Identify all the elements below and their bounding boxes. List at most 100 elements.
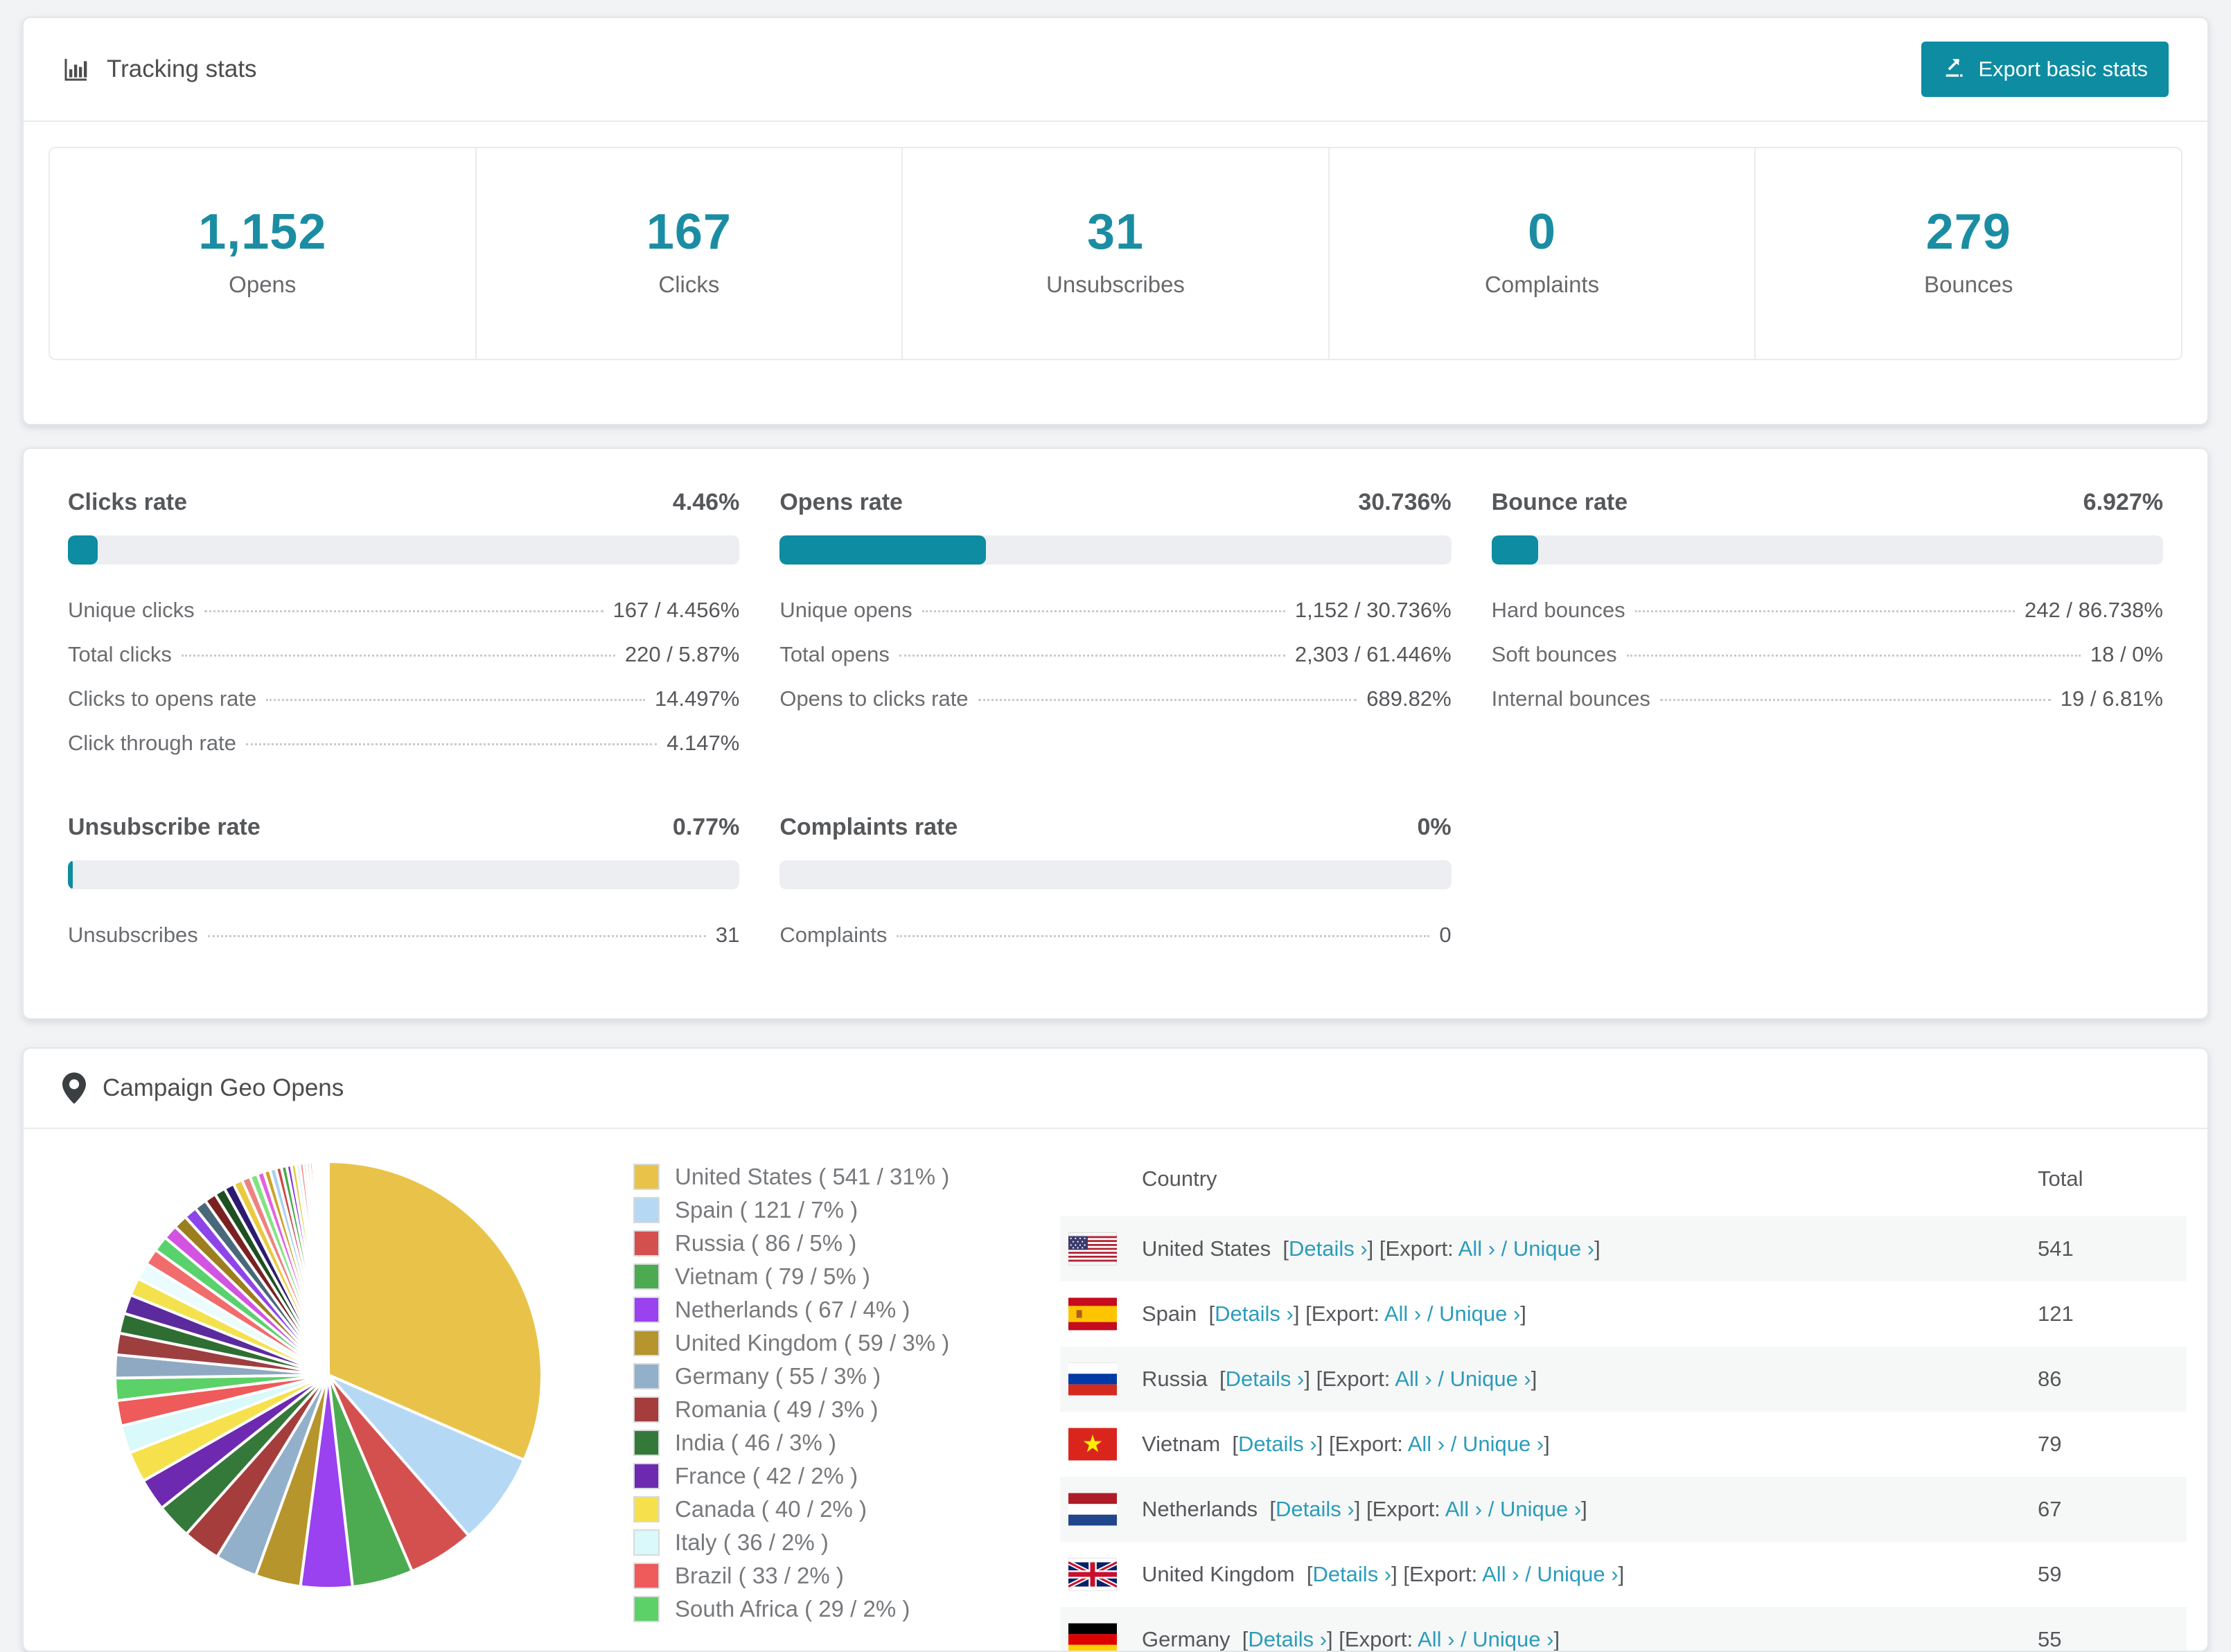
rate-block: Unsubscribe rate 0.77% Unsubscribes 31 (68, 808, 740, 957)
export-prefix: [Export: (1328, 1432, 1408, 1456)
legend-item: Brazil ( 33 / 2% ) (633, 1563, 1021, 1589)
summary-stat-cell: 0 Complaints (1328, 148, 1755, 359)
export-all-link[interactable]: All › (1384, 1302, 1421, 1326)
rate-row-value: 18 / 0% (2090, 642, 2163, 666)
legend-color-swatch (633, 1596, 660, 1622)
summary-stat-cell: 1,152 Opens (50, 148, 475, 359)
slash-separator: / (1427, 1302, 1434, 1326)
rate-row-label: Internal bounces (1491, 686, 1650, 711)
bracket-close: ] (1316, 1432, 1323, 1456)
rate-detail-rows: Unique clicks 167 / 4.456% Total clicks … (68, 588, 739, 765)
export-unique-link[interactable]: Unique › (1463, 1432, 1544, 1456)
country-name: Spain (1142, 1302, 1197, 1326)
export-all-link[interactable]: All › (1408, 1432, 1445, 1456)
rate-row-label: Unique opens (779, 598, 912, 622)
stat-label: Complaints (1485, 272, 1600, 297)
legend-item: United States ( 541 / 31% ) (633, 1164, 1021, 1190)
bracket-close-2: ] (1594, 1236, 1600, 1261)
geo-card-title: Campaign Geo Opens (62, 1072, 344, 1104)
export-unique-link[interactable]: Unique › (1472, 1627, 1553, 1651)
country-flag-icon (1068, 1428, 1117, 1461)
legend-label: Netherlands ( 67 / 4% ) (675, 1297, 910, 1322)
rate-progress-bar (779, 860, 1452, 889)
bracket-open: [ (1236, 1627, 1249, 1651)
rate-row-label: Clicks to opens rate (68, 686, 257, 711)
rate-title: Complaints rate (779, 814, 958, 840)
rate-block: Complaints rate 0% Complaints 0 (779, 808, 1452, 957)
legend-color-swatch (633, 1396, 660, 1423)
slash-separator: / (1461, 1627, 1467, 1651)
export-unique-link[interactable]: Unique › (1513, 1236, 1594, 1261)
stat-label: Opens (229, 272, 297, 297)
export-all-link[interactable]: All › (1482, 1562, 1519, 1586)
bracket-open: [ (1202, 1302, 1215, 1326)
export-all-link[interactable]: All › (1395, 1367, 1431, 1391)
geo-country-table: Country Total United States [Details ›] … (1060, 1146, 2187, 1651)
rate-progress-fill (1491, 535, 1538, 565)
bracket-close: ] (1391, 1562, 1397, 1586)
bracket-open: [ (1263, 1497, 1276, 1521)
rate-row-value: 167 / 4.456% (612, 598, 740, 622)
rate-row-value: 220 / 5.87% (624, 642, 740, 666)
export-button-label: Export basic stats (1978, 57, 2148, 81)
dotted-leader (266, 699, 645, 701)
rate-block: Clicks rate 4.46% Unique clicks 167 / 4.… (68, 483, 740, 765)
bracket-open: [ (1226, 1432, 1239, 1456)
rate-row-value: 242 / 86.738% (2025, 598, 2163, 622)
country-total: 121 (2038, 1302, 2074, 1326)
stat-label: Bounces (1923, 272, 2013, 297)
details-link[interactable]: Details › (1248, 1627, 1327, 1651)
export-unique-link[interactable]: Unique › (1439, 1302, 1520, 1326)
export-all-link[interactable]: All › (1418, 1627, 1454, 1651)
export-unique-link[interactable]: Unique › (1450, 1367, 1531, 1391)
dotted-leader (899, 655, 1285, 657)
export-unique-link[interactable]: Unique › (1537, 1562, 1618, 1586)
export-all-link[interactable]: All › (1458, 1236, 1495, 1261)
stat-value: 167 (646, 204, 732, 260)
bracket-close: ] (1304, 1367, 1310, 1391)
summary-stat-cell: 31 Unsubscribes (901, 148, 1328, 359)
dotted-leader (978, 699, 1357, 701)
rate-row-label: Click through rate (68, 731, 236, 755)
details-link[interactable]: Details › (1276, 1497, 1355, 1521)
details-link[interactable]: Details › (1289, 1236, 1368, 1261)
country-name: Russia (1142, 1367, 1208, 1391)
rates-card: Clicks rate 4.46% Unique clicks 167 / 4.… (22, 447, 2209, 1020)
country-name: United Kingdom (1142, 1562, 1295, 1586)
legend-label: Romania ( 49 / 3% ) (675, 1396, 879, 1422)
export-basic-stats-button[interactable]: Export basic stats (1921, 42, 2169, 97)
legend-item: Netherlands ( 67 / 4% ) (633, 1297, 1021, 1323)
rate-row-label: Total opens (779, 642, 890, 666)
geo-legend: United States ( 541 / 31% ) Spain ( 121 … (633, 1146, 1021, 1651)
dotted-leader (1659, 699, 2051, 701)
bracket-close: ] (1367, 1236, 1374, 1261)
export-prefix: [Export: (1305, 1302, 1384, 1326)
details-link[interactable]: Details › (1215, 1302, 1294, 1326)
rate-detail-row: Internal bounces 19 / 6.81% (1492, 677, 2163, 721)
country-flag-icon (1068, 1558, 1117, 1591)
rate-row-value: 0 (1439, 923, 1452, 947)
country-total: 55 (2038, 1627, 2062, 1651)
rate-header: Complaints rate 0% (779, 808, 1451, 860)
legend-color-swatch (633, 1197, 660, 1223)
geo-pie-chart (24, 1146, 633, 1651)
export-all-link[interactable]: All › (1445, 1497, 1482, 1521)
slash-separator: / (1488, 1497, 1494, 1521)
legend-item: United Kingdom ( 59 / 3% ) (633, 1330, 1021, 1356)
country-total: 67 (2038, 1497, 2062, 1521)
rate-detail-row: Clicks to opens rate 14.497% (68, 677, 739, 721)
geo-table-row: Netherlands [Details ›] [Export: All › /… (1060, 1477, 2187, 1542)
details-link[interactable]: Details › (1238, 1432, 1317, 1456)
legend-label: South Africa ( 29 / 2% ) (675, 1596, 910, 1622)
export-unique-link[interactable]: Unique › (1500, 1497, 1581, 1521)
details-link[interactable]: Details › (1226, 1367, 1305, 1391)
rate-progress-bar (1491, 535, 2163, 565)
geo-content: United States ( 541 / 31% ) Spain ( 121 … (24, 1129, 2207, 1651)
country-name: United States (1142, 1236, 1271, 1261)
bracket-close-2: ] (1520, 1302, 1526, 1326)
legend-color-swatch (633, 1430, 660, 1456)
details-link[interactable]: Details › (1312, 1562, 1391, 1586)
rate-progress-fill (68, 535, 98, 565)
geo-table-header-row: Country Total (1060, 1146, 2187, 1216)
country-flag-icon (1068, 1297, 1117, 1331)
